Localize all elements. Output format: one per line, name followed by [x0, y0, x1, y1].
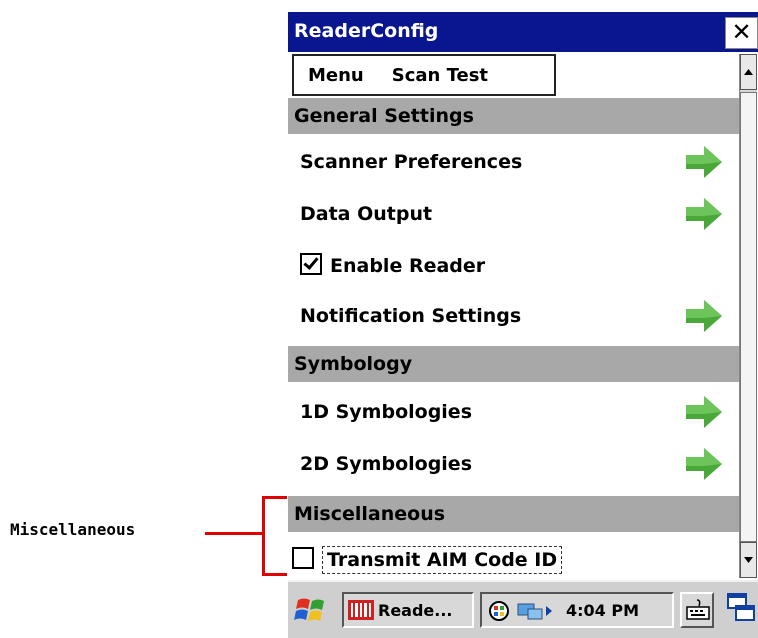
caret-up-icon: [744, 69, 753, 75]
row-notification-settings[interactable]: Notification Settings: [288, 294, 739, 338]
row-2d-symbologies[interactable]: 2D Symbologies: [288, 442, 739, 486]
row-1d-symbologies[interactable]: 1D Symbologies: [288, 390, 739, 434]
row-label: Notification Settings: [300, 305, 522, 327]
connection-icon[interactable]: [516, 600, 554, 622]
scroll-up-button[interactable]: [740, 54, 757, 90]
arrow-right-icon[interactable]: [684, 446, 724, 482]
row-scanner-preferences[interactable]: Scanner Preferences: [288, 140, 739, 184]
callout-line: [205, 532, 263, 535]
windows-start-icon[interactable]: [294, 594, 330, 626]
taskbar-app-button[interactable]: Reade...: [342, 592, 474, 628]
menu-item-menu[interactable]: Menu: [308, 65, 364, 86]
section-header-symbology: Symbology: [288, 346, 739, 382]
system-tray: 4:04 PM: [480, 592, 674, 628]
row-data-output[interactable]: Data Output: [288, 192, 739, 236]
close-button[interactable]: ✕: [725, 17, 758, 49]
network-icon[interactable]: [488, 600, 510, 622]
menu-bar: Menu Scan Test: [292, 54, 556, 96]
row-label: Transmit AIM Code ID: [322, 546, 563, 574]
keyboard-button[interactable]: [680, 592, 714, 628]
window-title: ReaderConfig: [294, 20, 439, 42]
row-label: Enable Reader: [330, 255, 486, 277]
device-screen: ReaderConfig ✕ Menu Scan Test General Se…: [288, 0, 758, 638]
settings-list: General Settings Scanner Preferences Dat…: [288, 98, 739, 578]
taskbar-app-label: Reade...: [378, 601, 453, 620]
section-header-general: General Settings: [288, 98, 739, 134]
row-transmit-aim-code-id[interactable]: Transmit AIM Code ID: [288, 538, 739, 578]
arrow-right-icon[interactable]: [684, 394, 724, 430]
keyboard-icon: [686, 599, 710, 620]
scroll-down-button[interactable]: [740, 542, 757, 578]
callout-label: Miscellaneous: [10, 520, 136, 539]
enable-reader-checkbox[interactable]: [300, 253, 322, 275]
section-header-miscellaneous: Miscellaneous: [288, 496, 739, 532]
row-enable-reader[interactable]: Enable Reader: [288, 244, 739, 288]
arrow-right-icon[interactable]: [684, 196, 724, 232]
row-label: 1D Symbologies: [300, 401, 473, 423]
caret-down-icon: [744, 557, 753, 563]
taskbar: Reade... 4:04 PM: [288, 580, 758, 638]
taskbar-clock[interactable]: 4:04 PM: [566, 601, 639, 620]
arrow-right-icon[interactable]: [684, 144, 724, 180]
scroll-thumb[interactable]: [740, 92, 757, 542]
window-switch-icon[interactable]: [726, 592, 756, 626]
arrow-right-icon[interactable]: [684, 298, 724, 334]
row-label: 2D Symbologies: [300, 453, 473, 475]
transmit-aim-checkbox[interactable]: [292, 547, 314, 569]
row-label: Scanner Preferences: [300, 151, 523, 173]
title-bar: ReaderConfig ✕: [288, 12, 758, 52]
callout-bracket: [262, 496, 287, 576]
app-barcode-icon: [348, 600, 374, 620]
row-label: Data Output: [300, 203, 433, 225]
vertical-scrollbar[interactable]: [739, 54, 757, 578]
menu-item-scan-test[interactable]: Scan Test: [392, 65, 488, 86]
